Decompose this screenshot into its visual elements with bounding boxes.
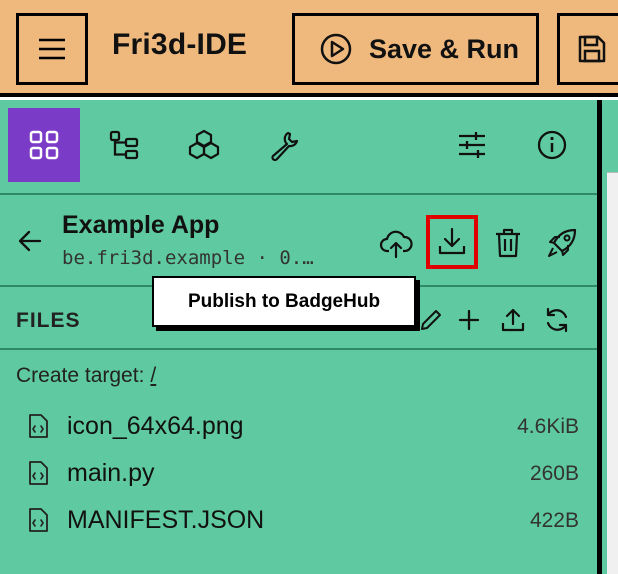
rocket-icon <box>548 228 577 257</box>
pencil-icon <box>421 310 441 330</box>
panel-toolbar <box>0 100 597 195</box>
side-panel: Example App be.fri3d.example · 0.… FILES… <box>0 100 597 574</box>
refresh-icon <box>546 307 568 333</box>
launch-button[interactable] <box>542 223 582 263</box>
file-size: 422B <box>529 509 579 532</box>
app-name: Example App <box>62 211 220 239</box>
code-file-icon <box>29 414 48 438</box>
menu-button[interactable] <box>16 13 88 85</box>
file-name: main.py <box>67 459 155 487</box>
download-icon <box>438 227 466 255</box>
rename-button[interactable] <box>416 305 446 335</box>
packages-icon <box>188 129 220 160</box>
save-run-label: Save & Run <box>369 33 520 64</box>
save-run-button[interactable]: Save & Run <box>292 13 539 85</box>
app-id: be.fri3d.example · 0.… <box>62 247 314 269</box>
file-size: 4.6KiB <box>517 415 579 438</box>
create-target-path[interactable]: / <box>150 364 156 387</box>
arrow-left-icon <box>18 230 42 252</box>
tab-apps[interactable] <box>8 108 80 182</box>
header-bar: Fri3d-IDE Save & Run <box>0 0 618 97</box>
file-row[interactable]: MANIFEST.JSON 422B <box>0 497 597 541</box>
file-name: MANIFEST.JSON <box>67 506 265 534</box>
save-button[interactable] <box>557 13 618 85</box>
tab-packages[interactable] <box>168 108 240 182</box>
floppy-icon <box>578 35 606 63</box>
info-icon <box>537 130 567 160</box>
tab-settings[interactable] <box>436 108 508 182</box>
editor-edge <box>602 100 618 574</box>
sliders-icon <box>459 132 485 158</box>
cloud-upload-icon <box>379 230 413 259</box>
app-header: Example App be.fri3d.example · 0.… <box>0 197 597 287</box>
new-file-button[interactable] <box>454 305 484 335</box>
tab-file-tree[interactable] <box>88 108 160 182</box>
code-file-icon <box>29 508 48 532</box>
publish-tooltip: Publish to BadgeHub <box>152 276 416 327</box>
tree-icon <box>109 130 139 160</box>
code-file-icon <box>29 461 48 485</box>
file-row[interactable]: icon_64x64.png 4.6KiB <box>0 403 597 447</box>
create-target-label: Create target: <box>16 364 145 387</box>
files-heading: FILES <box>16 309 81 332</box>
wrench-icon <box>271 131 299 161</box>
publish-to-badgehub-button[interactable] <box>426 215 478 269</box>
play-circle-icon <box>320 33 352 65</box>
upload-icon <box>501 308 525 332</box>
delete-button[interactable] <box>488 223 528 263</box>
trash-icon <box>496 228 520 258</box>
upload-file-button[interactable] <box>498 305 528 335</box>
plus-icon <box>458 309 480 331</box>
upload-cloud-button[interactable] <box>376 223 416 263</box>
refresh-button[interactable] <box>542 305 572 335</box>
app-title: Fri3d-IDE <box>112 28 248 61</box>
file-size: 260B <box>529 462 579 485</box>
file-row[interactable]: main.py 260B <box>0 450 597 494</box>
hamburger-icon <box>39 38 65 60</box>
file-name: icon_64x64.png <box>67 412 244 440</box>
create-target: Create target: / <box>16 364 156 388</box>
tab-tools[interactable] <box>248 108 320 182</box>
grid-icon <box>29 130 59 160</box>
tab-info[interactable] <box>516 108 588 182</box>
editor-area <box>607 172 618 574</box>
back-button[interactable] <box>16 227 44 260</box>
